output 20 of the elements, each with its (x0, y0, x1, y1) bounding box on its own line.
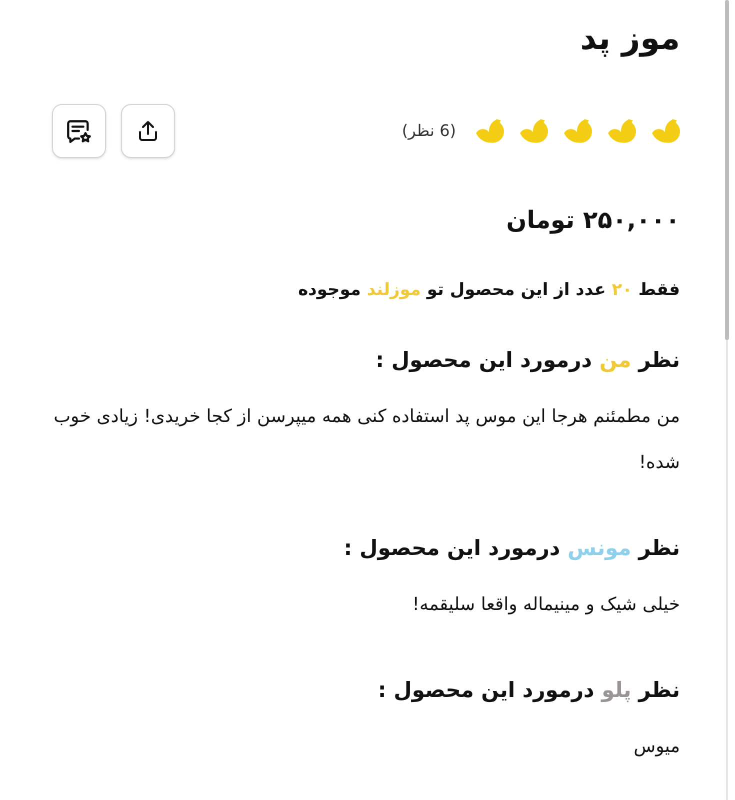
review-heading: نظر من درمورد این محصول : (374, 346, 680, 374)
banana-icon (652, 119, 680, 143)
review-count: (6 نظر) (402, 120, 456, 142)
product-title: موز پد (579, 18, 680, 59)
banana-icon (520, 119, 548, 143)
scrollbar-thumb[interactable] (725, 0, 729, 340)
review-text: میوس (632, 734, 680, 758)
share-icon (136, 119, 160, 143)
review-text: خیلی شیک و مینیماله واقعا سلیقمه! (411, 592, 680, 616)
stock-note: فقط ۲۰ عدد از این محصول تو موزلند موجوده (297, 279, 680, 302)
banana-icon (608, 119, 636, 143)
share-button[interactable] (121, 104, 175, 158)
banana-icon (564, 119, 592, 143)
review-heading: نظر مونس درمورد این محصول : (342, 534, 680, 562)
review-heading: نظر پلو درمورد این محصول : (376, 676, 680, 704)
review-button[interactable] (52, 104, 106, 158)
review-text: من مطمئنم هرجا این موس پد استفاده کنی همه میپرسن از کجا خریدی! زیادی خوب شده! (52, 404, 680, 474)
comment-star-icon (66, 118, 92, 144)
price: ۲۵۰,۰۰۰ تومان (505, 205, 680, 236)
banana-icon (476, 119, 504, 143)
